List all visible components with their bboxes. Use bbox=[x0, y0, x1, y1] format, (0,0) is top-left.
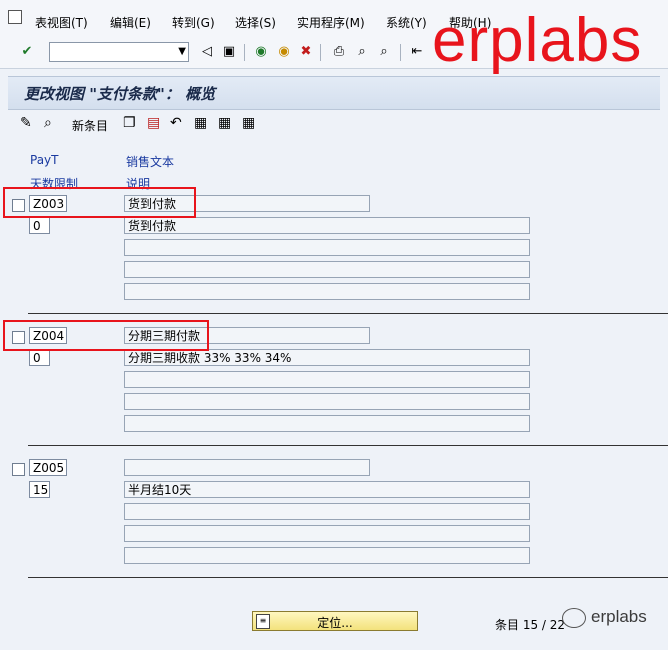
position-button-label: 定位... bbox=[317, 616, 353, 630]
days-limit-field[interactable]: 0 bbox=[29, 349, 50, 366]
explanation-line-3[interactable] bbox=[124, 261, 530, 278]
system-menu-icon[interactable] bbox=[8, 10, 22, 24]
menu-edit[interactable]: 编辑(E) bbox=[110, 14, 151, 31]
explanation-line-2[interactable] bbox=[124, 503, 530, 520]
explanation-line-2[interactable] bbox=[124, 371, 530, 388]
highlight-box bbox=[3, 320, 209, 351]
explanation-line-1[interactable]: 半月结10天 bbox=[124, 481, 530, 498]
application-toolbar: ✎ ⌕ 新条目 ❐ ▤ ↶ ▦ ▦ ▦ bbox=[8, 111, 660, 139]
select-block-icon[interactable]: ▦ bbox=[218, 115, 231, 131]
deselect-all-icon[interactable]: ▦ bbox=[242, 115, 255, 131]
back-icon[interactable]: ◉ bbox=[252, 43, 270, 61]
sales-text-field[interactable] bbox=[124, 459, 370, 476]
print-icon[interactable]: ⎙ bbox=[330, 43, 348, 61]
exit-icon[interactable]: ◉ bbox=[275, 43, 293, 61]
undo-icon[interactable]: ↶ bbox=[170, 115, 182, 131]
cancel-icon[interactable]: ✖ bbox=[297, 43, 315, 61]
header-payt: PayT bbox=[30, 153, 59, 167]
find-next-icon[interactable]: ⌕ bbox=[375, 43, 393, 61]
section-divider bbox=[28, 577, 668, 578]
watermark: erplabs bbox=[432, 6, 643, 75]
bottom-watermark-text: erplabs bbox=[591, 607, 647, 626]
section-divider bbox=[28, 445, 668, 446]
explanation-line-1[interactable]: 分期三期收款 33% 33% 34% bbox=[124, 349, 530, 366]
display-icon[interactable]: ⌕ bbox=[44, 115, 52, 131]
explanation-line-3[interactable] bbox=[124, 393, 530, 410]
payt-field[interactable]: Z005 bbox=[29, 459, 67, 476]
section-divider bbox=[28, 313, 668, 314]
menu-select[interactable]: 选择(S) bbox=[235, 14, 276, 31]
days-limit-field[interactable]: 0 bbox=[29, 217, 50, 234]
toolbar-separator bbox=[244, 44, 245, 61]
header-sales-text: 销售文本 bbox=[126, 155, 175, 169]
row-select-checkbox[interactable] bbox=[12, 463, 25, 476]
position-button[interactable]: ≡ 定位... bbox=[252, 611, 418, 631]
toolbar-separator bbox=[400, 44, 401, 61]
back-arrow-icon[interactable]: ◁ bbox=[198, 43, 216, 61]
menu-table-view[interactable]: 表视图(T) bbox=[35, 14, 88, 31]
find-icon[interactable]: ⌕ bbox=[353, 43, 371, 61]
toolbar-separator bbox=[320, 44, 321, 61]
copy-icon[interactable]: ❐ bbox=[123, 115, 136, 131]
menu-utilities[interactable]: 实用程序(M) bbox=[297, 14, 365, 31]
entry-counter: 条目 15 / 22 bbox=[495, 618, 566, 632]
explanation-line-3[interactable] bbox=[124, 525, 530, 542]
new-entries-button[interactable]: 新条目 bbox=[72, 117, 108, 134]
first-page-icon[interactable]: ⇤ bbox=[408, 43, 426, 61]
explanation-line-4[interactable] bbox=[124, 283, 530, 300]
select-all-icon[interactable]: ▦ bbox=[194, 115, 207, 131]
explanation-line-2[interactable] bbox=[124, 239, 530, 256]
title-bar: 更改视图 "支付条款"： 概览 bbox=[8, 76, 660, 110]
menu-system[interactable]: 系统(Y) bbox=[386, 14, 427, 31]
save-icon[interactable]: ▣ bbox=[220, 43, 238, 61]
explanation-line-1[interactable]: 货到付款 bbox=[124, 217, 530, 234]
explanation-line-4[interactable] bbox=[124, 547, 530, 564]
page-title: 更改视图 "支付条款"： 概览 bbox=[24, 85, 216, 103]
wechat-icon bbox=[562, 607, 586, 628]
highlight-box bbox=[3, 187, 196, 218]
menu-goto[interactable]: 转到(G) bbox=[172, 14, 215, 31]
enter-icon[interactable]: ✔ bbox=[18, 43, 36, 61]
delete-icon[interactable]: ▤ bbox=[147, 115, 160, 131]
explanation-line-4[interactable] bbox=[124, 415, 530, 432]
chevron-down-icon[interactable]: ▼ bbox=[178, 43, 186, 61]
edit-pencil-icon[interactable]: ✎ bbox=[20, 115, 32, 131]
days-limit-field[interactable]: 15 bbox=[29, 481, 50, 498]
bottom-watermark: erplabs bbox=[562, 607, 647, 628]
command-field[interactable]: ▼ bbox=[49, 42, 189, 62]
